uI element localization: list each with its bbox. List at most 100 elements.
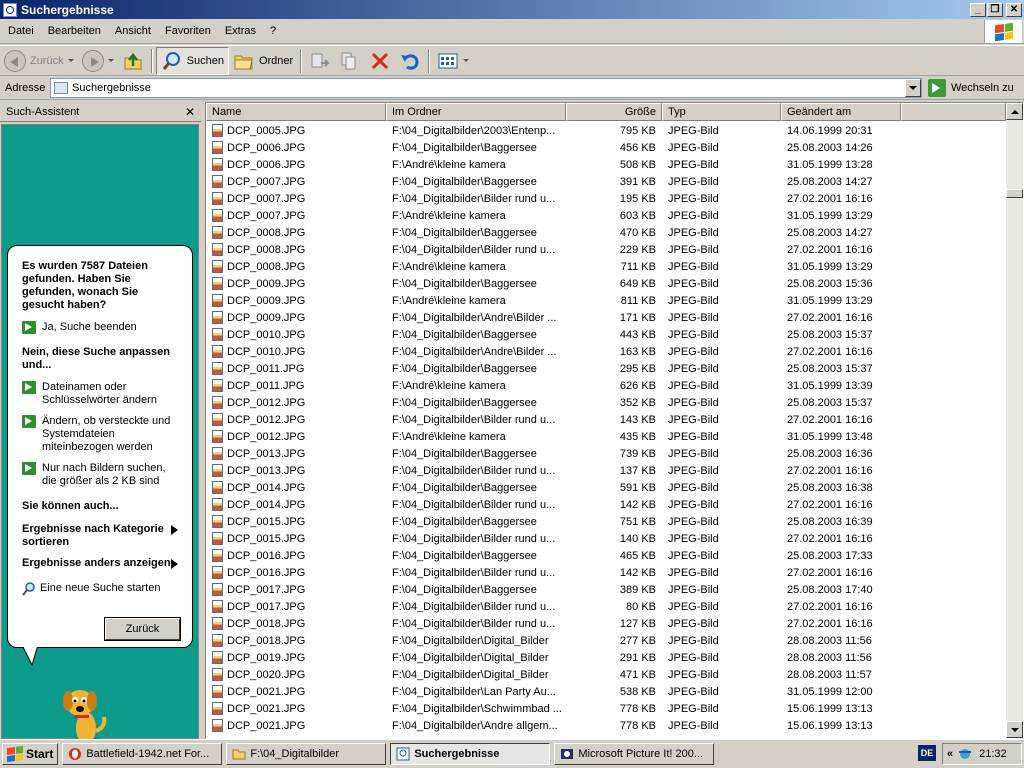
view-results-menu[interactable]: Ergebnisse anders anzeigen <box>22 557 182 570</box>
delete-button[interactable] <box>365 47 395 75</box>
column-header-folder[interactable]: Im Ordner <box>386 103 566 121</box>
task-folder-digitalbilder[interactable]: F:\04_Digitalbilder <box>226 743 387 765</box>
table-row[interactable]: DCP_0006.JPG F:\04_Digitalbilder\Baggerse… <box>206 139 1006 156</box>
table-row[interactable]: DCP_0007.JPG F:\04_Digitalbilder\Bilder r… <box>206 190 1006 207</box>
table-row[interactable]: DCP_0011.JPG F:\André\kleine kamera 626 KB… <box>206 377 1006 394</box>
table-row[interactable]: DCP_0015.JPG F:\04_Digitalbilder\Bilder r… <box>206 530 1006 547</box>
file-name-cell: DCP_0010.JPG <box>206 345 386 358</box>
forward-button[interactable] <box>78 47 118 75</box>
views-dropdown-icon[interactable] <box>463 59 470 62</box>
table-row[interactable]: DCP_0005.JPG F:\04_Digitalbilder\2003\Ent… <box>206 122 1006 139</box>
hidden-files-link[interactable]: Ändern, ob versteckte und Systemdateien … <box>22 415 182 454</box>
table-row[interactable]: DCP_0012.JPG F:\04_Digitalbilder\Baggerse… <box>206 394 1006 411</box>
forward-dropdown-icon[interactable] <box>107 59 114 62</box>
table-row[interactable]: DCP_0014.JPG F:\04_Digitalbilder\Bilder r… <box>206 496 1006 513</box>
jpeg-file-icon <box>212 294 223 307</box>
table-row[interactable]: DCP_0006.JPG F:\André\kleine kamera 508 KB… <box>206 156 1006 173</box>
move-to-button[interactable] <box>305 47 335 75</box>
yes-finish-link[interactable]: Ja, Suche beenden <box>22 321 182 334</box>
table-row[interactable]: DCP_0011.JPG F:\04_Digitalbilder\Baggerse… <box>206 360 1006 377</box>
vertical-scrollbar[interactable] <box>1006 103 1023 738</box>
scroll-down-button[interactable] <box>1006 721 1023 738</box>
table-row[interactable]: DCP_0009.JPG F:\André\kleine kamera 811 KB… <box>206 292 1006 309</box>
menu-edit[interactable]: Bearbeiten <box>41 25 108 37</box>
table-row[interactable]: DCP_0008.JPG F:\André\kleine kamera 711 KB… <box>206 258 1006 275</box>
tray-expand-icon[interactable]: « <box>947 748 953 760</box>
file-type-cell: JPEG-Bild <box>668 311 719 324</box>
table-row[interactable]: DCP_0017.JPG F:\04_Digitalbilder\Bilder r… <box>206 598 1006 615</box>
table-row[interactable]: DCP_0015.JPG F:\04_Digitalbilder\Baggerse… <box>206 513 1006 530</box>
table-row[interactable]: DCP_0012.JPG F:\André\kleine kamera 435 KB… <box>206 428 1006 445</box>
menu-help[interactable]: ? <box>263 25 283 37</box>
file-modified-cell: 25.08.2003 14:27 <box>787 175 873 188</box>
table-row[interactable]: DCP_0008.JPG F:\04_Digitalbilder\Baggerse… <box>206 224 1006 241</box>
task-battlefield-browser[interactable]: Battlefield-1942.net For... <box>62 743 223 765</box>
file-folder-cell: F:\04_Digitalbilder\Baggersee <box>392 583 537 596</box>
table-row[interactable]: DCP_0009.JPG F:\04_Digitalbilder\Andre\Bi… <box>206 309 1006 326</box>
copy-to-button[interactable] <box>335 47 365 75</box>
address-dropdown-button[interactable] <box>905 79 921 97</box>
table-row[interactable]: DCP_0013.JPG F:\04_Digitalbilder\Baggerse… <box>206 445 1006 462</box>
file-size-cell: 391 KB <box>619 175 656 188</box>
column-header-size[interactable]: Größe <box>566 103 662 121</box>
file-folder-cell: F:\04_Digitalbilder\Baggersee <box>392 175 537 188</box>
folders-button[interactable]: Ordner <box>229 47 297 75</box>
menu-favorites[interactable]: Favoriten <box>158 25 218 37</box>
start-button[interactable]: Start <box>2 743 59 765</box>
clock[interactable]: 21:32 <box>979 748 1007 760</box>
scroll-thumb[interactable] <box>1006 189 1023 198</box>
restore-button[interactable]: ❐ <box>987 2 1003 17</box>
change-keywords-link[interactable]: Dateinamen oder Schlüsselwörter ändern <box>22 381 182 407</box>
table-row[interactable]: DCP_0009.JPG F:\04_Digitalbilder\Baggerse… <box>206 275 1006 292</box>
table-row[interactable]: DCP_0019.JPG F:\04_Digitalbilder\Digital_… <box>206 649 1006 666</box>
table-row[interactable]: DCP_0010.JPG F:\04_Digitalbilder\Baggerse… <box>206 326 1006 343</box>
undo-button[interactable] <box>395 47 425 75</box>
column-header-name[interactable]: Name <box>206 103 386 121</box>
table-row[interactable]: DCP_0007.JPG F:\04_Digitalbilder\Baggerse… <box>206 173 1006 190</box>
up-folder-button[interactable] <box>118 47 148 75</box>
file-size-cell: 603 KB <box>619 209 656 222</box>
table-row[interactable]: DCP_0016.JPG F:\04_Digitalbilder\Baggerse… <box>206 547 1006 564</box>
table-row[interactable]: DCP_0021.JPG F:\04_Digitalbilder\Lan Part… <box>206 683 1006 700</box>
menu-tools[interactable]: Extras <box>218 25 263 37</box>
new-search-link[interactable]: Eine neue Suche starten <box>22 582 182 600</box>
language-indicator[interactable]: DE <box>918 745 936 761</box>
table-row[interactable]: DCP_0013.JPG F:\04_Digitalbilder\Bilder r… <box>206 462 1006 479</box>
task-search-results[interactable]: Suchergebnisse <box>390 743 551 765</box>
minimize-button[interactable]: _ <box>970 2 986 17</box>
table-row[interactable]: DCP_0017.JPG F:\04_Digitalbilder\Baggerse… <box>206 581 1006 598</box>
table-row[interactable]: DCP_0010.JPG F:\04_Digitalbilder\Andre\Bi… <box>206 343 1006 360</box>
table-row[interactable]: DCP_0020.JPG F:\04_Digitalbilder\Digital_… <box>206 666 1006 683</box>
table-row[interactable]: DCP_0007.JPG F:\André\kleine kamera 603 KB… <box>206 207 1006 224</box>
views-button[interactable] <box>433 47 473 75</box>
search-button[interactable]: Suchen <box>155 46 229 75</box>
table-row[interactable]: DCP_0018.JPG F:\04_Digitalbilder\Bilder r… <box>206 615 1006 632</box>
close-pane-icon[interactable]: ✕ <box>185 105 195 119</box>
table-row[interactable]: DCP_0008.JPG F:\04_Digitalbilder\Bilder r… <box>206 241 1006 258</box>
close-button[interactable]: ✕ <box>1006 2 1022 17</box>
network-icon[interactable] <box>957 746 973 763</box>
column-header-modified[interactable]: Geändert am <box>781 103 901 121</box>
go-button[interactable]: Wechseln zu <box>928 78 1014 98</box>
column-header-type[interactable]: Typ <box>662 103 781 121</box>
back-dropdown-icon[interactable] <box>67 59 74 62</box>
table-row[interactable]: DCP_0016.JPG F:\04_Digitalbilder\Bilder r… <box>206 564 1006 581</box>
search-window-icon[interactable] <box>3 2 17 17</box>
menu-file[interactable]: Datei <box>0 25 41 37</box>
assistant-back-button[interactable]: Zurück <box>104 617 181 641</box>
folders-icon <box>233 50 255 72</box>
address-input[interactable]: Suchergebnisse <box>50 78 922 98</box>
menu-view[interactable]: Ansicht <box>108 25 158 37</box>
table-row[interactable]: DCP_0021.JPG F:\04_Digitalbilder\Andre al… <box>206 717 1006 734</box>
file-name-cell: DCP_0014.JPG <box>206 481 386 494</box>
table-row[interactable]: DCP_0018.JPG F:\04_Digitalbilder\Digital_… <box>206 632 1006 649</box>
jpeg-file-icon <box>212 413 223 426</box>
sort-by-category-menu[interactable]: Ergebnisse nach Kategorie sortieren <box>22 523 182 549</box>
table-row[interactable]: DCP_0021.JPG F:\04_Digitalbilder\Schwimmb… <box>206 700 1006 717</box>
task-picture-it[interactable]: Microsoft Picture It! 200... <box>554 743 715 765</box>
back-button[interactable]: Zurück <box>0 47 78 75</box>
images-only-link[interactable]: Nur nach Bildern suchen, die größer als … <box>22 462 182 488</box>
scroll-up-button[interactable] <box>1006 103 1023 120</box>
table-row[interactable]: DCP_0014.JPG F:\04_Digitalbilder\Baggerse… <box>206 479 1006 496</box>
table-row[interactable]: DCP_0012.JPG F:\04_Digitalbilder\Bilder r… <box>206 411 1006 428</box>
